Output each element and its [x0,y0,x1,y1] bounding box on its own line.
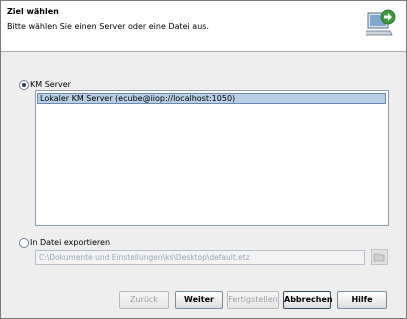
folder-icon [373,253,385,262]
cancel-button[interactable]: Abbrechen [283,291,333,309]
browse-button[interactable] [371,249,388,265]
dialog-subtitle: Bitte wählen Sie einen Server oder eine … [7,22,209,31]
dialog-title: Ziel wählen [7,7,59,16]
back-button[interactable]: Zurück [119,291,169,309]
km-server-radio[interactable] [19,80,29,90]
next-button[interactable]: Weiter [175,291,223,309]
finish-button[interactable]: Fertigstellen [227,291,279,309]
dialog-header: Ziel wählen Bitte wählen Sie einen Serve… [1,1,406,52]
server-list-item[interactable]: Lokaler KM Server (ecube@iiop://localhos… [37,93,386,104]
km-server-label[interactable]: KM Server [30,80,71,89]
help-button[interactable]: Hilfe [337,291,387,309]
file-export-label[interactable]: In Datei exportieren [30,238,110,247]
file-export-radio[interactable] [19,238,29,248]
computer-export-icon [366,9,396,36]
server-list[interactable]: Lokaler KM Server (ecube@iiop://localhos… [35,90,389,226]
file-path-field[interactable]: C:\Dokumente und Einstellungen\ks\Deskto… [35,250,365,265]
export-target-dialog: Ziel wählen Bitte wählen Sie einen Serve… [0,0,407,319]
